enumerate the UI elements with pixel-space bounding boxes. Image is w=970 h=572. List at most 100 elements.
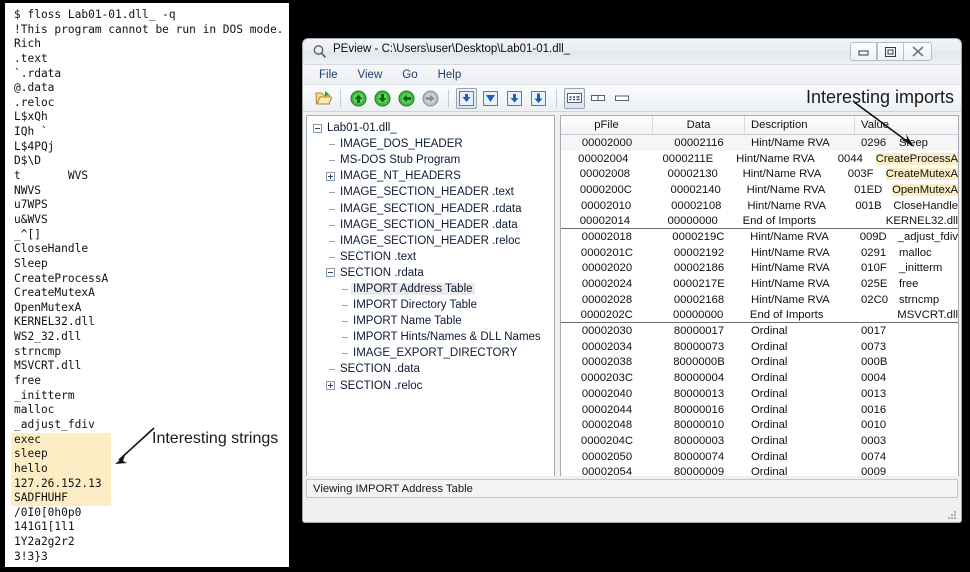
tree-item-label: SECTION .reloc — [340, 379, 423, 392]
tree-item-label: SECTION .data — [340, 363, 420, 376]
cell-data: 00002168 — [673, 293, 725, 306]
table-row[interactable]: 00002024 0000217E Hint/Name RVA 025E free — [561, 276, 958, 292]
nav-back-icon[interactable] — [396, 88, 417, 109]
tree-item[interactable]: IMAGE_SECTION_HEADER .reloc — [313, 233, 554, 249]
nav-forward-icon[interactable] — [420, 88, 441, 109]
tree-item-label: SECTION .text — [340, 250, 417, 263]
tree-branch-icon — [339, 345, 351, 361]
cell-value: KERNEL32.dll — [842, 213, 958, 228]
minimize-button[interactable] — [850, 42, 877, 61]
table-row[interactable]: 00002044 80000016 Ordinal 0016 — [561, 402, 958, 418]
menu-file[interactable]: File — [316, 68, 341, 82]
close-button[interactable] — [903, 42, 932, 61]
tree-item[interactable]: SECTION .reloc — [313, 378, 554, 394]
cell-value-name-highlighted: CreateProcessA — [875, 152, 958, 165]
table-row[interactable]: 00002008 00002130 Hint/Name RVA 003F CreateM… — [561, 166, 958, 182]
goto-prev-icon[interactable] — [480, 88, 501, 109]
nav-up-icon[interactable] — [348, 88, 369, 109]
tree-item[interactable]: SECTION .data — [313, 361, 554, 377]
menu-view[interactable]: View — [355, 68, 386, 82]
cell-description: Ordinal — [751, 434, 788, 447]
tree-item[interactable]: IMAGE_NT_HEADERS — [313, 168, 554, 184]
tree-item-label: IMPORT Directory Table — [353, 299, 477, 312]
table-row[interactable]: 00002034 80000073 Ordinal 0073 — [561, 339, 958, 355]
cell-description: Hint/Name RVA — [751, 262, 830, 275]
column-header-value[interactable]: Value — [855, 116, 958, 134]
open-file-icon[interactable] — [312, 88, 333, 109]
table-row[interactable]: 00002028 00002168 Hint/Name RVA 02C0 strncmp — [561, 292, 958, 308]
maximize-button[interactable] — [877, 42, 904, 61]
cell-data: 00002192 — [673, 246, 725, 259]
cell-description: Hint/Name RVA — [750, 230, 829, 243]
menu-help[interactable]: Help — [435, 68, 465, 82]
table-row[interactable]: 00002020 00002186 Hint/Name RVA 010F _initte… — [561, 261, 958, 277]
tree-item[interactable]: MS-DOS Stub Program — [313, 152, 554, 168]
tree-item[interactable]: IMPORT Name Table — [313, 313, 554, 329]
tree-collapse-icon[interactable] — [313, 123, 322, 133]
terminal-line: $ floss Lab01-01.dll_ -q — [14, 8, 176, 21]
cell-value-hint: 009D — [859, 230, 887, 243]
cell-pfile: 00002034 — [581, 340, 633, 353]
table-row[interactable]: 00002004 0000211E Hint/Name RVA 0044 CreateP… — [561, 151, 958, 167]
terminal-line: CreateMutexA — [14, 286, 95, 300]
tree-item[interactable]: IMAGE_EXPORT_DIRECTORY — [313, 345, 554, 361]
cell-value: 0004 — [855, 370, 958, 386]
window-titlebar[interactable]: PEview - C:\Users\user\Desktop\Lab01-01.… — [303, 39, 961, 65]
table-row[interactable]: 00002010 00002108 Hint/Name RVA 001B CloseHa… — [561, 198, 958, 214]
table-row[interactable]: 0000200C 00002140 Hint/Name RVA 01ED OpenMut… — [561, 182, 958, 198]
structure-tree-pane[interactable]: Lab01-01.dll_ IMAGE_DOS_HEADER MS-DOS Stub… — [306, 115, 555, 498]
tree-branch-icon — [326, 249, 338, 265]
table-row[interactable]: 00002030 80000017 Ordinal 0017 — [561, 323, 958, 339]
table-row[interactable]: 0000201C 00002192 Hint/Name RVA 0291 malloc — [561, 245, 958, 261]
cell-value-hint: 003F — [847, 168, 874, 181]
table-row[interactable]: 0000204C 80000003 Ordinal 0003 — [561, 433, 958, 449]
tree-item[interactable]: Lab01-01.dll_ — [313, 120, 554, 136]
view-details-icon[interactable] — [564, 87, 585, 109]
table-row[interactable]: 00002018 0000219C Hint/Name RVA 009D _adjust… — [561, 229, 958, 245]
tree-item[interactable]: SECTION .text — [313, 249, 554, 265]
table-row[interactable]: 0000202C 00000000 End of Imports MSVCRT.dll — [561, 308, 958, 324]
tree-item[interactable]: IMPORT Address Table — [313, 281, 554, 297]
cell-value-name: malloc — [899, 246, 932, 259]
tree-branch-icon — [326, 184, 338, 200]
cell-pfile: 00002044 — [581, 403, 633, 416]
table-rows: 00002000 00002116 Hint/Name RVA 0296 Sleep 00… — [561, 135, 958, 481]
column-header-description[interactable]: Description — [745, 116, 855, 134]
tree-expand-icon[interactable] — [326, 381, 335, 391]
tree-item[interactable]: SECTION .rdata — [313, 265, 554, 281]
tree-branch-icon — [339, 297, 351, 313]
resize-grip-icon[interactable] — [945, 507, 957, 519]
column-header-data[interactable]: Data — [653, 116, 745, 134]
table-row[interactable]: 00002040 80000013 Ordinal 0013 — [561, 386, 958, 402]
tree-expand-icon[interactable] — [326, 171, 335, 181]
menu-go[interactable]: Go — [399, 68, 420, 82]
cell-pfile: 00002020 — [581, 262, 633, 275]
table-row[interactable]: 00002038 8000000B Ordinal 000B — [561, 355, 958, 371]
statusbar: Viewing IMPORT Address Table — [303, 476, 961, 522]
goto-last-icon[interactable] — [528, 88, 549, 109]
column-header-pfile[interactable]: pFile — [561, 116, 653, 134]
tree-item[interactable]: IMAGE_SECTION_HEADER .text — [313, 184, 554, 200]
cell-value-hint: 0004 — [861, 372, 887, 385]
view-small-icon[interactable] — [612, 88, 633, 109]
table-row[interactable]: 0000203C 80000004 Ordinal 0004 — [561, 370, 958, 386]
tree-item[interactable]: IMAGE_SECTION_HEADER .data — [313, 217, 554, 233]
goto-first-icon[interactable] — [456, 87, 477, 109]
cell-value-hint: 010F — [861, 262, 887, 275]
view-medium-icon[interactable] — [588, 88, 609, 109]
tree-item[interactable]: IMAGE_SECTION_HEADER .rdata — [313, 200, 554, 216]
terminal-line: 3!3}3 — [14, 549, 48, 563]
goto-next-icon[interactable] — [504, 88, 525, 109]
table-row[interactable]: 00002048 80000010 Ordinal 0010 — [561, 417, 958, 433]
table-row[interactable]: 00002050 80000074 Ordinal 0074 — [561, 449, 958, 465]
tree-item[interactable]: IMAGE_DOS_HEADER — [313, 136, 554, 152]
cell-description: Hint/Name RVA — [742, 168, 822, 181]
nav-down-icon[interactable] — [372, 88, 393, 109]
tree-item[interactable]: IMPORT Directory Table — [313, 297, 554, 313]
table-row[interactable]: 00002000 00002116 Hint/Name RVA 0296 Sleep — [561, 135, 958, 151]
table-row[interactable]: 00002014 00000000 End of Imports KERNEL32.d… — [561, 213, 958, 230]
cell-pfile: 00002000 — [581, 136, 633, 149]
tree-collapse-icon[interactable] — [326, 268, 335, 278]
cell-value: 009D _adjust_fdiv — [854, 229, 958, 245]
tree-item[interactable]: IMPORT Hints/Names & DLL Names — [313, 329, 554, 345]
